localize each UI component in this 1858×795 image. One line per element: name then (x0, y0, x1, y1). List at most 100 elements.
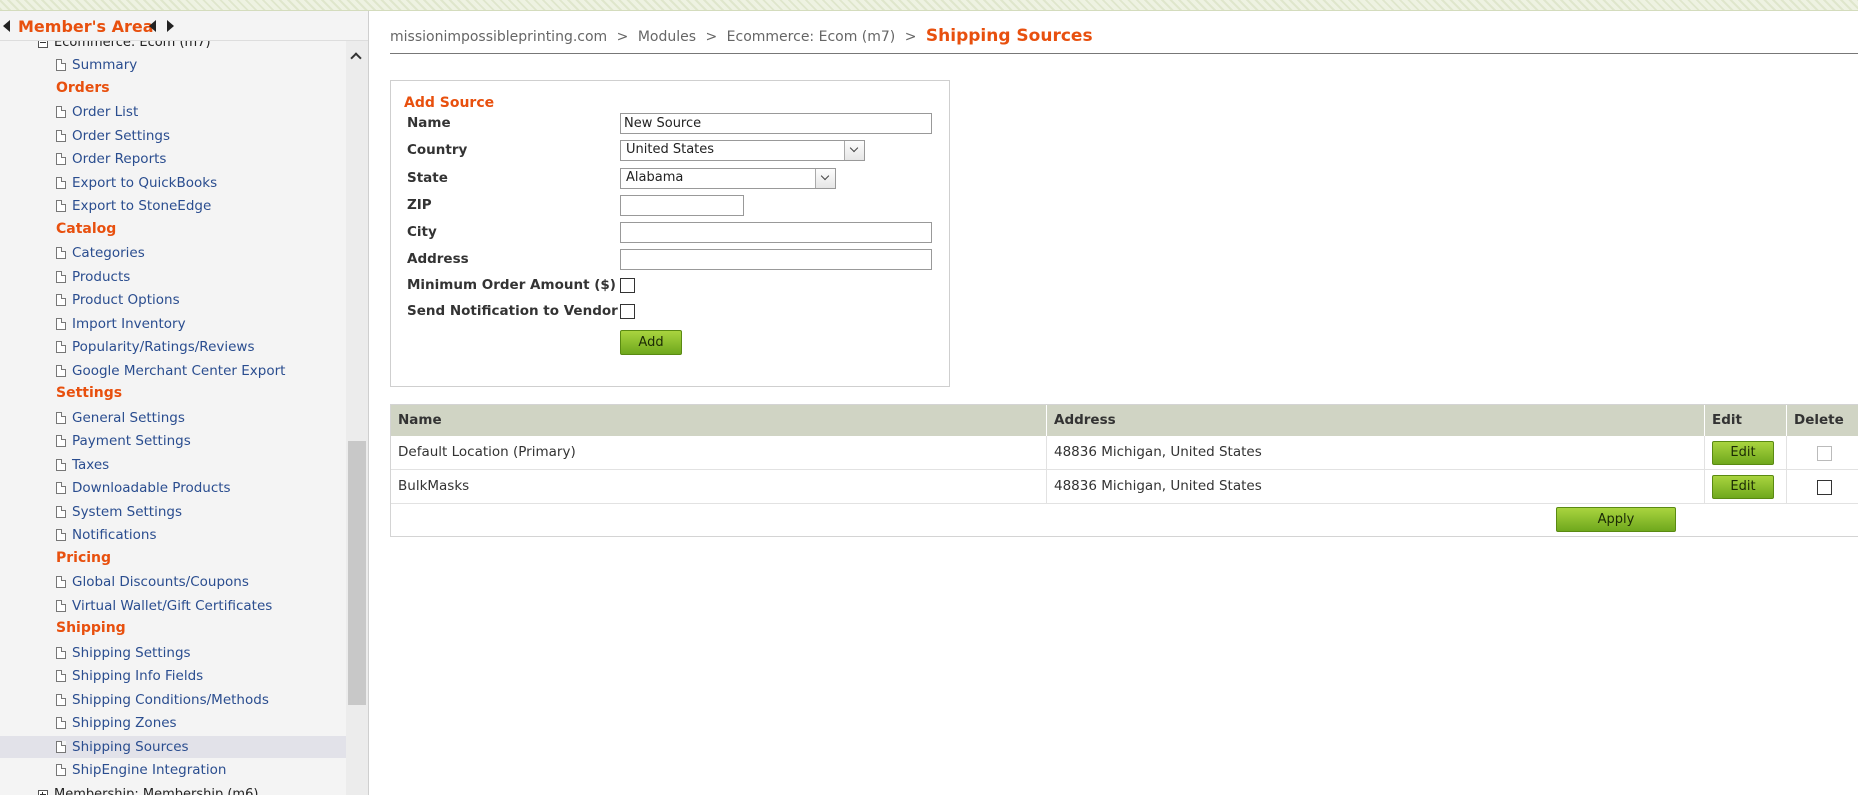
add-button[interactable]: Add (620, 330, 682, 355)
sidebar-item-label: Popularity/Ratings/Reviews (72, 339, 255, 355)
sidebar-item-label: Shipping Conditions/Methods (72, 691, 269, 708)
sidebar-item-export-to-stoneedge[interactable]: Export to StoneEdge (56, 195, 346, 217)
sidebar-item-order-list[interactable]: Order List (56, 101, 346, 123)
nav-back-arrow-icon[interactable] (149, 20, 156, 32)
sidebar-item-shipping-conditions-methods[interactable]: Shipping Conditions/Methods (56, 689, 346, 711)
sidebar-item-label: ShipEngine Integration (72, 762, 227, 778)
main-content: missionimpossibleprinting.com > Modules … (370, 11, 1858, 795)
sidebar-item-label: Shipping Sources (72, 738, 189, 755)
sidebar-item-label: Virtual Wallet/Gift Certificates (72, 597, 273, 614)
sidebar-item-label: Order Settings (72, 127, 171, 144)
chevron-down-icon[interactable] (815, 169, 835, 188)
delete-cell (1787, 470, 1858, 504)
collapse-icon[interactable] (38, 41, 48, 48)
page-icon (56, 740, 66, 753)
breadcrumb-modules[interactable]: Modules (638, 29, 696, 45)
zip-input[interactable] (620, 195, 744, 216)
table-row: Default Location (Primary) 48836 Michigan… (391, 436, 1858, 470)
table-row: BulkMasks 48836 Michigan, United States Ed… (391, 470, 1858, 504)
sidebar-item-categories[interactable]: Categories (56, 242, 346, 264)
sidebar-item-export-to-quickbooks[interactable]: Export to QuickBooks (56, 172, 346, 194)
sidebar-item-shipping-settings[interactable]: Shipping Settings (56, 642, 346, 664)
sidebar-item-notifications[interactable]: Notifications (56, 524, 346, 546)
sidebar-scrollbar[interactable] (346, 41, 368, 795)
scroll-up-arrow-icon[interactable] (350, 52, 362, 64)
tree-node-label: Ecommerce: Ecom (m7) (54, 41, 211, 50)
add-source-title: Add Source (404, 95, 495, 111)
edit-button[interactable]: Edit (1712, 475, 1774, 499)
breadcrumb-site[interactable]: missionimpossibleprinting.com (390, 29, 607, 45)
breadcrumb-separator: > (904, 29, 917, 45)
apply-button[interactable]: Apply (1556, 507, 1676, 532)
state-select[interactable]: Alabama (620, 168, 836, 189)
chevron-down-icon[interactable] (844, 141, 864, 160)
page-icon (56, 435, 66, 447)
sidebar-item-shipping-zones[interactable]: Shipping Zones (56, 712, 346, 734)
sidebar-item-label: Import Inventory (72, 315, 186, 332)
sidebar-item-import-inventory[interactable]: Import Inventory (56, 313, 346, 335)
sidebar-item-downloadable-products[interactable]: Downloadable Products (56, 477, 346, 499)
column-header-name[interactable]: Name (391, 405, 1047, 436)
sidebar-item-product-options[interactable]: Product Options (56, 289, 346, 311)
page-icon (56, 317, 66, 330)
delete-cell (1787, 436, 1858, 470)
sidebar-item-label: Categories (72, 245, 145, 261)
address-input[interactable] (620, 249, 932, 270)
notify-vendor-label: Send Notification to Vendor (407, 303, 618, 319)
column-header-delete: Delete (1794, 412, 1844, 428)
city-input[interactable] (620, 222, 932, 243)
sidebar-item-label: Google Merchant Center Export (72, 362, 286, 379)
page-icon (56, 764, 66, 776)
column-header-address[interactable]: Address (1047, 405, 1705, 436)
sidebar-item-payment-settings[interactable]: Payment Settings (56, 430, 346, 452)
sidebar-item-global-discounts-coupons[interactable]: Global Discounts/Coupons (56, 571, 346, 593)
page-icon (56, 294, 66, 306)
page-icon (56, 341, 66, 353)
sources-table: Name Address Edit Delete Default Locatio… (390, 404, 1858, 537)
scrollbar-thumb[interactable] (348, 441, 366, 705)
expand-icon[interactable] (38, 789, 48, 795)
delete-checkbox (1817, 446, 1832, 461)
country-selected-value: United States (626, 142, 715, 157)
add-source-panel: Add Source Name Country United States St… (390, 80, 950, 387)
sidebar-item-general-settings[interactable]: General Settings (56, 407, 346, 429)
page-icon (56, 270, 66, 283)
sidebar-item-label: System Settings (72, 503, 183, 520)
tree-node-membership[interactable]: Membership: Membership (m6) (38, 787, 258, 795)
sidebar-item-order-settings[interactable]: Order Settings (56, 125, 346, 147)
min-order-label: Minimum Order Amount ($) (407, 277, 616, 293)
notify-vendor-checkbox[interactable] (620, 304, 635, 319)
sidebar-item-system-settings[interactable]: System Settings (56, 501, 346, 523)
collapse-left-arrow-icon[interactable] (3, 20, 10, 32)
name-input[interactable] (620, 113, 932, 134)
sidebar-item-label: Shipping Settings (72, 644, 191, 661)
source-name-cell: BulkMasks (391, 470, 1047, 504)
city-label: City (407, 224, 437, 240)
page-icon (56, 153, 66, 165)
sidebar-item-shipping-sources[interactable]: Shipping Sources (0, 735, 346, 758)
edit-button[interactable]: Edit (1712, 441, 1774, 465)
breadcrumb: missionimpossibleprinting.com > Modules … (390, 26, 1858, 54)
source-address-cell: 48836 Michigan, United States (1047, 470, 1705, 504)
sidebar-item-products[interactable]: Products (56, 266, 346, 288)
sidebar-item-taxes[interactable]: Taxes (56, 454, 346, 476)
sidebar-item-label: Products (72, 268, 131, 285)
sidebar-item-google-merchant-center-export[interactable]: Google Merchant Center Export (56, 360, 346, 382)
country-select[interactable]: United States (620, 140, 865, 161)
sidebar-item-popularity-ratings-reviews[interactable]: Popularity/Ratings/Reviews (56, 336, 346, 358)
sidebar-item-shipengine-integration[interactable]: ShipEngine Integration (56, 759, 346, 781)
nav-forward-arrow-icon[interactable] (167, 20, 174, 32)
tree-node-ecommerce[interactable]: Ecommerce: Ecom (m7) (38, 41, 211, 50)
page-icon (56, 505, 66, 518)
min-order-checkbox[interactable] (620, 278, 635, 293)
sidebar-item-shipping-info-fields[interactable]: Shipping Info Fields (56, 665, 346, 687)
sidebar: Member's Area Ecommerce: Ecom (m7) Summa… (0, 11, 369, 795)
delete-checkbox[interactable] (1817, 480, 1832, 495)
nav-group-shipping: Shipping (56, 620, 126, 636)
sidebar-item-summary[interactable]: Summary (56, 54, 346, 76)
sidebar-item-order-reports[interactable]: Order Reports (56, 148, 346, 170)
breadcrumb-module[interactable]: Ecommerce: Ecom (m7) (727, 29, 896, 45)
page-icon (56, 717, 66, 729)
sidebar-item-virtual-wallet-gift-certificates[interactable]: Virtual Wallet/Gift Certificates (56, 595, 346, 617)
page-icon (56, 106, 66, 118)
